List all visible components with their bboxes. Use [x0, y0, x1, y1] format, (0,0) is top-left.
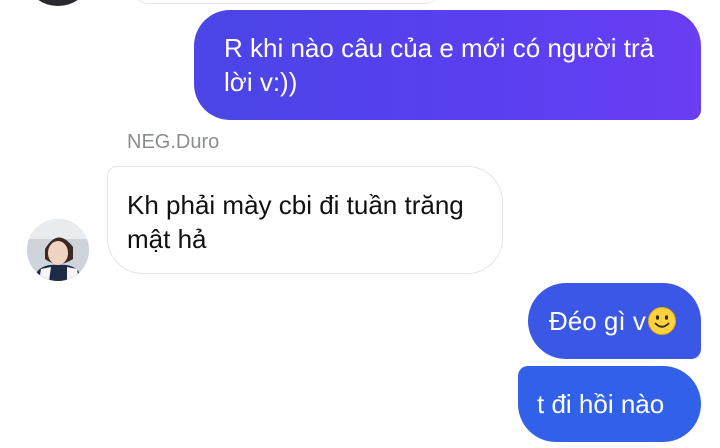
- outgoing-message[interactable]: t đi hồi nào: [518, 366, 701, 442]
- message-text: t đi hồi nào: [537, 389, 665, 419]
- slightly-smiling-face-icon: [647, 307, 676, 335]
- incoming-message[interactable]: Kh phải mày cbi đi tuần trăng mật hả: [107, 166, 503, 274]
- outgoing-message[interactable]: R khi nào câu của e mới có người trả lời…: [194, 10, 701, 120]
- avatar-photo: [27, 219, 89, 281]
- sender-name: NEG.Duro: [127, 131, 220, 153]
- message-text: R khi nào câu của e mới có người trả lời…: [224, 33, 655, 97]
- outgoing-message[interactable]: Đéo gì v: [528, 283, 701, 359]
- previous-message-bubble[interactable]: [132, 0, 442, 4]
- message-text: Đéo gì v: [549, 306, 646, 336]
- avatar[interactable]: [30, 0, 86, 6]
- message-text: Kh phải mày cbi đi tuần trăng mật hả: [127, 190, 464, 254]
- contact-avatar[interactable]: [27, 219, 89, 281]
